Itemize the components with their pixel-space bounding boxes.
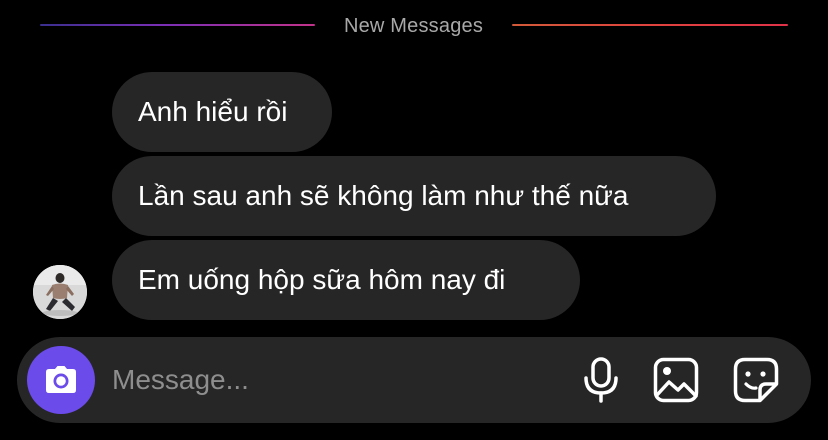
camera-icon — [46, 366, 76, 393]
microphone-icon — [584, 357, 618, 403]
new-messages-divider: New Messages — [40, 14, 788, 38]
sticker-button[interactable] — [732, 356, 780, 404]
gallery-button[interactable] — [652, 356, 700, 404]
divider-line-left — [40, 24, 315, 26]
new-messages-label: New Messages — [343, 15, 484, 37]
message-bubble[interactable]: Em uống hộp sữa hôm nay đi — [112, 240, 580, 320]
message-composer — [17, 337, 811, 423]
avatar-image — [33, 265, 87, 319]
sender-avatar[interactable] — [33, 265, 87, 319]
camera-button[interactable] — [27, 346, 95, 414]
message-bubble[interactable]: Lần sau anh sẽ không làm như thế nữa — [112, 156, 716, 236]
voice-message-button[interactable] — [577, 356, 625, 404]
image-gallery-icon — [653, 357, 699, 403]
message-input[interactable] — [112, 358, 532, 402]
sticker-icon — [733, 357, 779, 403]
message-bubble[interactable]: Anh hiểu rồi — [112, 72, 332, 152]
chat-screen: New Messages Anh hiểu rồi Lần sau anh sẽ… — [0, 0, 828, 440]
divider-line-right — [512, 24, 788, 26]
